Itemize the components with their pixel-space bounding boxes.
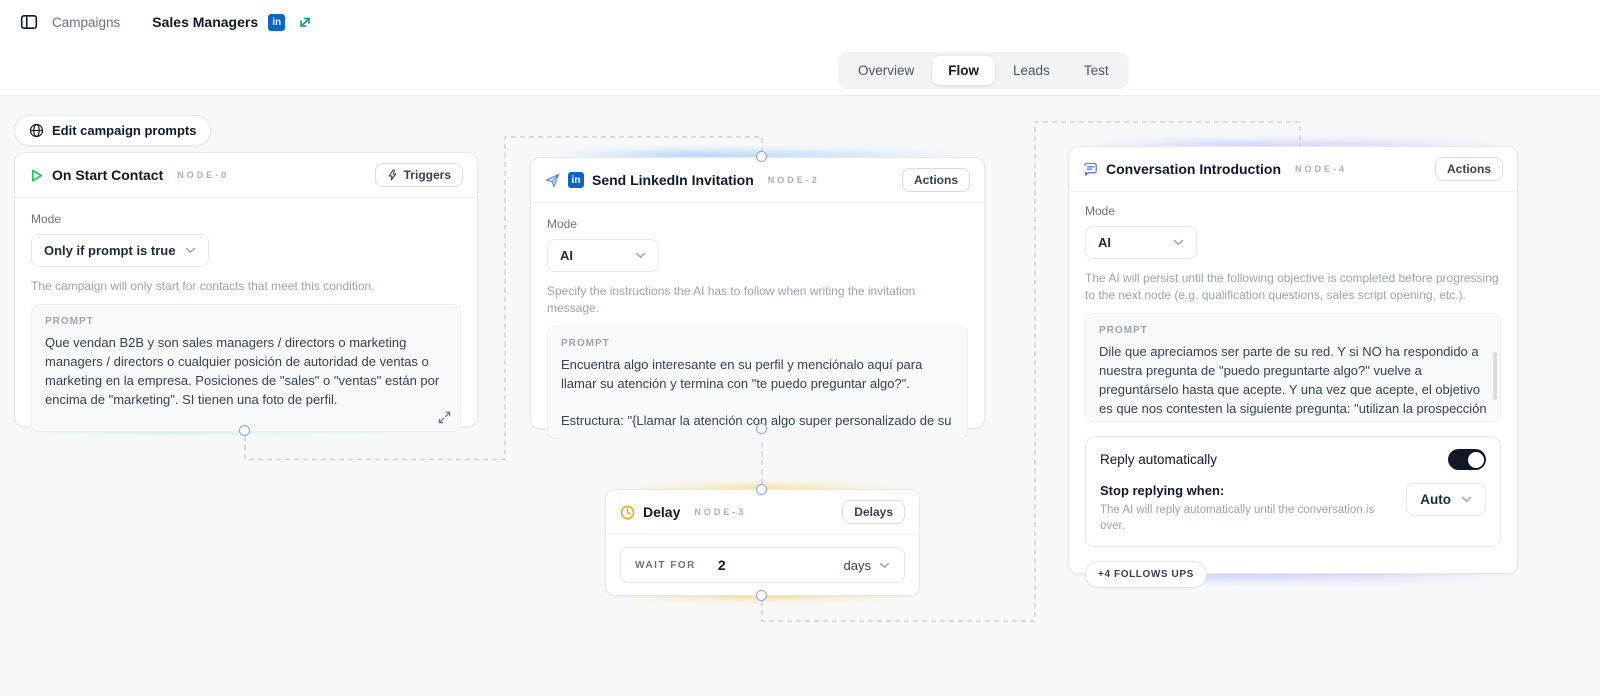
- reply-automatically-toggle[interactable]: [1448, 449, 1486, 471]
- globe-icon: [29, 123, 44, 138]
- stop-replying-label: Stop replying when:: [1100, 483, 1225, 499]
- node-title: Conversation Introduction: [1106, 161, 1281, 177]
- tab-bar: Overview Flow Leads Test: [0, 44, 1600, 95]
- prompt-box[interactable]: PROMPT Que vendan B2B y son sales manage…: [31, 304, 461, 433]
- connector-dot[interactable]: [756, 484, 767, 495]
- follow-ups-button[interactable]: +4 FOLLOWS UPS: [1085, 561, 1207, 589]
- tab-flow[interactable]: Flow: [932, 56, 996, 85]
- tab-overview[interactable]: Overview: [842, 56, 930, 85]
- prompt-box[interactable]: PROMPT Encuentra algo interesante en su …: [547, 326, 968, 440]
- prompt-label: PROMPT: [45, 316, 94, 328]
- delays-button[interactable]: Delays: [842, 500, 905, 524]
- flow-canvas[interactable]: Edit campaign prompts On Start Contact N…: [0, 95, 1600, 696]
- chat-icon: [1084, 162, 1097, 176]
- mode-select-value: AI: [1098, 235, 1111, 250]
- breadcrumb[interactable]: Campaigns: [52, 15, 120, 30]
- mode-select[interactable]: AI: [1085, 226, 1197, 259]
- mode-helper-text: Specify the instructions the AI has to f…: [547, 284, 916, 316]
- actions-button[interactable]: Actions: [901, 168, 970, 192]
- chevron-down-icon: [1173, 239, 1184, 246]
- actions-button-label: Actions: [1446, 162, 1491, 176]
- prompt-text: Encuentra algo interesante en su perfil …: [561, 357, 923, 391]
- prompt-label: PROMPT: [1099, 325, 1148, 337]
- toggle-knob: [1467, 451, 1484, 468]
- app: Campaigns Sales Managers in Overview Flo…: [0, 0, 1600, 696]
- clock-icon: [620, 505, 635, 519]
- mode-select[interactable]: Only if prompt is true: [31, 234, 210, 267]
- prompt-text: Que vendan B2B y son sales managers / di…: [45, 335, 440, 407]
- mode-select-value: Only if prompt is true: [44, 243, 176, 258]
- connector-dot[interactable]: [756, 423, 767, 434]
- expand-icon[interactable]: [438, 411, 451, 424]
- node-conversation-introduction[interactable]: Conversation Introduction NODE-4 Actions…: [1068, 146, 1518, 589]
- actions-button-label: Actions: [913, 173, 958, 187]
- wait-for-label: WAIT FOR: [635, 559, 696, 571]
- tab-test[interactable]: Test: [1068, 56, 1125, 85]
- edit-campaign-prompts-button[interactable]: Edit campaign prompts: [14, 115, 212, 146]
- node-id: NODE-2: [767, 175, 820, 185]
- reply-automatically-label: Reply automatically: [1100, 452, 1218, 468]
- node-delay[interactable]: Delay NODE-3 Delays WAIT FOR 2 days: [605, 489, 920, 596]
- play-icon: [31, 169, 43, 182]
- wait-unit-value: days: [843, 557, 871, 573]
- actions-button[interactable]: Actions: [1434, 157, 1503, 181]
- tab-group: Overview Flow Leads Test: [838, 52, 1129, 89]
- send-icon: [545, 173, 560, 188]
- mode-helper-text: The AI will persist until the following …: [1085, 271, 1499, 303]
- chevron-down-icon: [879, 562, 890, 568]
- mode-select-value: AI: [560, 248, 573, 263]
- triggers-button[interactable]: Triggers: [374, 163, 463, 187]
- zap-icon: [388, 169, 396, 181]
- node-id: NODE-3: [694, 507, 747, 517]
- node-on-start-contact[interactable]: On Start Contact NODE-0 Triggers Mode On…: [14, 152, 478, 433]
- connector-dot[interactable]: [756, 590, 767, 601]
- chevron-down-icon: [186, 247, 196, 254]
- stop-replying-select[interactable]: Auto: [1406, 483, 1486, 517]
- prompt-text: Dile que apreciamos ser parte de su red.…: [1099, 344, 1487, 416]
- top-bar: Campaigns Sales Managers in: [0, 0, 1600, 44]
- triggers-button-label: Triggers: [403, 168, 451, 182]
- node-send-linkedin-invitation[interactable]: in Send LinkedIn Invitation NODE-2 Actio…: [530, 157, 985, 440]
- linkedin-icon: in: [568, 172, 584, 188]
- tab-leads[interactable]: Leads: [997, 56, 1066, 85]
- prompt-box[interactable]: PROMPT Dile que apreciamos ser parte de …: [1085, 313, 1501, 423]
- node-id: NODE-4: [1295, 164, 1348, 174]
- node-header: Delay NODE-3 Delays: [606, 490, 919, 535]
- connector-dot[interactable]: [756, 151, 767, 162]
- delays-button-label: Delays: [854, 505, 893, 519]
- node-title: Send LinkedIn Invitation: [592, 172, 754, 188]
- mode-select[interactable]: AI: [547, 239, 659, 272]
- prompt-label: PROMPT: [561, 338, 610, 350]
- mode-label: Mode: [31, 212, 62, 226]
- node-header: On Start Contact NODE-0 Triggers: [15, 153, 477, 198]
- wait-row: WAIT FOR 2 days: [620, 547, 905, 583]
- edit-campaign-prompts-label: Edit campaign prompts: [52, 123, 197, 138]
- chevron-down-icon: [1461, 496, 1472, 503]
- chevron-down-icon: [635, 252, 646, 259]
- node-title: On Start Contact: [52, 167, 164, 183]
- sidebar-toggle-icon[interactable]: [16, 9, 42, 35]
- node-id: NODE-0: [177, 170, 230, 180]
- mode-helper-text: The campaign will only start for contact…: [31, 279, 375, 293]
- mode-label: Mode: [1085, 204, 1116, 218]
- page-title: Sales Managers: [152, 14, 259, 30]
- wait-value-input[interactable]: 2: [718, 557, 844, 573]
- connector-dot[interactable]: [239, 425, 250, 436]
- node-header: Conversation Introduction NODE-4 Actions: [1069, 147, 1517, 192]
- external-link-icon[interactable]: [295, 12, 315, 32]
- node-header: in Send LinkedIn Invitation NODE-2 Actio…: [531, 158, 984, 203]
- node-title: Delay: [643, 504, 681, 520]
- stop-replying-value: Auto: [1420, 492, 1451, 508]
- wait-unit-select[interactable]: days: [844, 558, 890, 573]
- mode-label: Mode: [547, 217, 578, 231]
- stop-replying-helper: The AI will reply automatically until th…: [1100, 504, 1375, 533]
- linkedin-icon: in: [268, 13, 286, 31]
- prompt-scrollbar[interactable]: [1493, 352, 1497, 401]
- reply-settings-box: Reply automatically Stop replying when: …: [1085, 436, 1501, 548]
